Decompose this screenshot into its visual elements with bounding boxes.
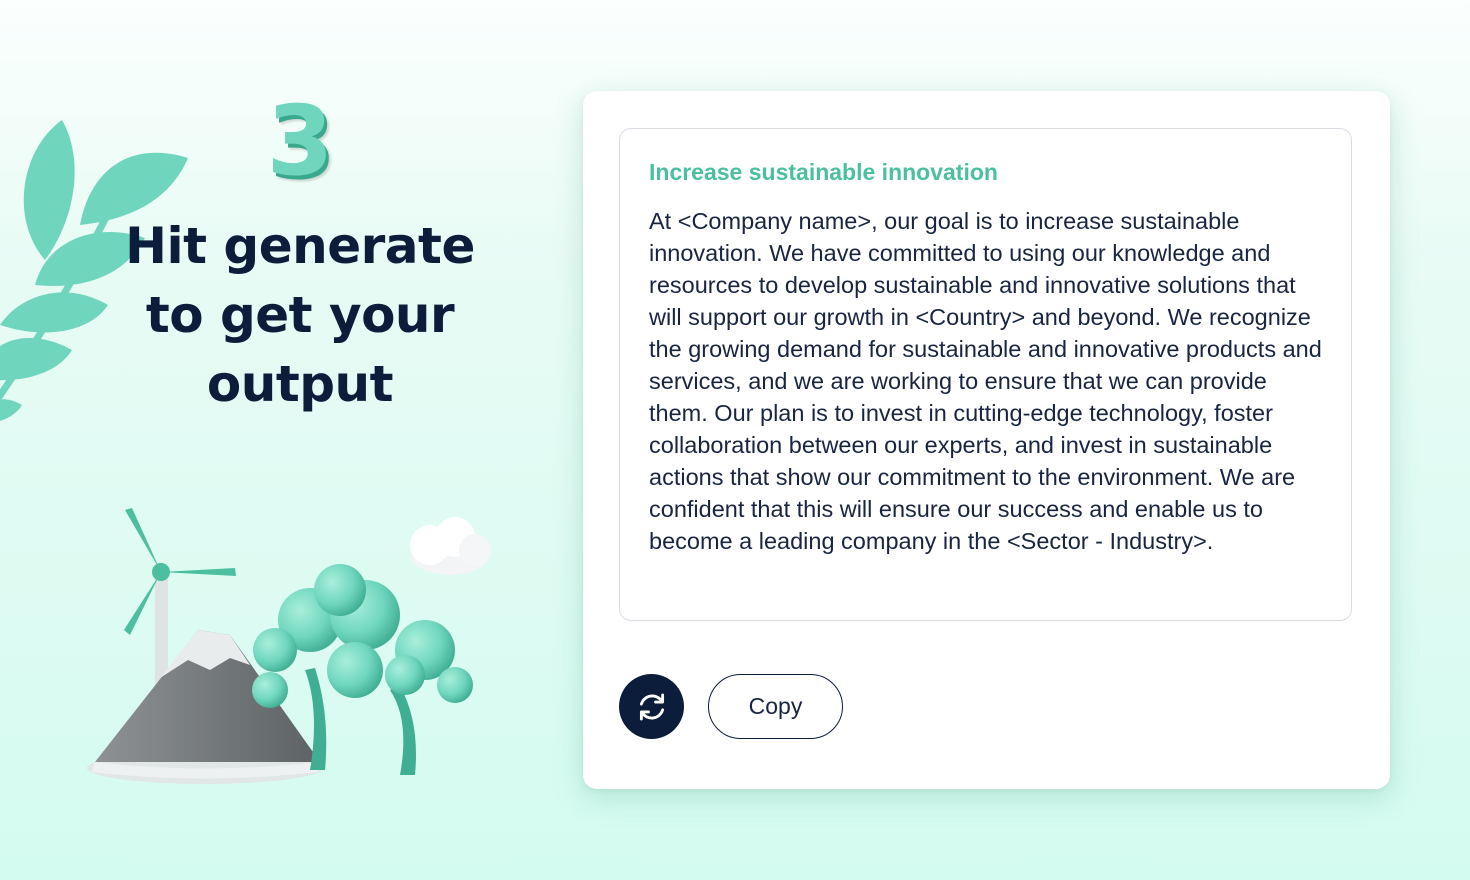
output-text-box[interactable]: Increase sustainable innovation At <Comp… — [619, 128, 1352, 621]
copy-button[interactable]: Copy — [708, 674, 843, 739]
step-number: 3 — [266, 85, 334, 197]
eco-scene-illustration — [87, 508, 491, 784]
cloud-icon — [410, 517, 491, 575]
regenerate-button[interactable] — [619, 674, 684, 739]
output-card: Increase sustainable innovation At <Comp… — [583, 91, 1390, 789]
output-title: Increase sustainable innovation — [649, 159, 998, 185]
refresh-icon — [639, 693, 664, 720]
output-body-text: At <Company name>, our goal is to increa… — [649, 208, 1322, 554]
step-headline: Hit generate to get your output — [125, 217, 475, 413]
